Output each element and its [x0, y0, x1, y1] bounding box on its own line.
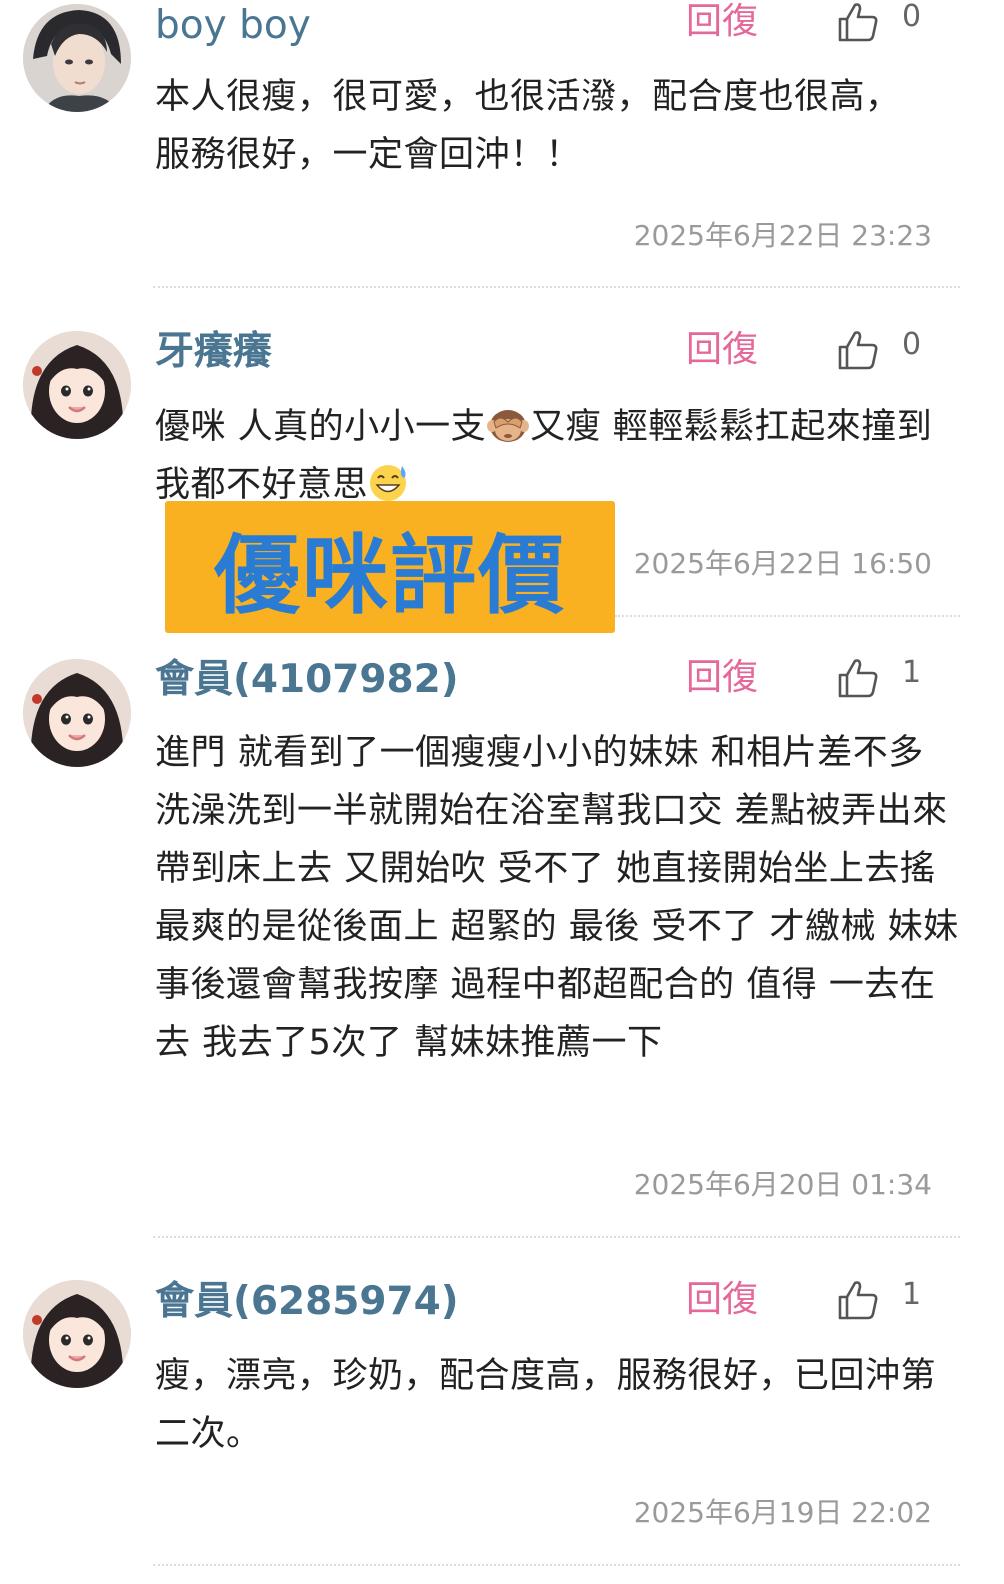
- comment-text: 進門 就看到了一個瘦瘦小小的妹妹 和相片差不多 洗澡洗到一半就開始在浴室幫我口交…: [155, 733, 959, 1063]
- reply-button[interactable]: 回復: [686, 1282, 758, 1318]
- comment-text-part: 優咪 人真的小小一支: [155, 407, 487, 447]
- comment-text: 本人很瘦，很可愛，也很活潑，配合度也很高，服務很好，一定會回沖！！: [155, 77, 901, 175]
- like-count: 0: [902, 0, 922, 34]
- reply-button[interactable]: 回復: [686, 332, 758, 368]
- review-banner: 優咪評價: [165, 501, 615, 633]
- like-count: 0: [902, 327, 922, 362]
- thumbs-up-icon: [838, 331, 878, 370]
- grinning-sweat-emoji: [370, 465, 407, 501]
- comment-timestamp: 2025年6月22日 16:50: [633, 547, 932, 580]
- divider: [153, 286, 960, 288]
- comment-timestamp: 2025年6月20日 01:34: [633, 1168, 932, 1201]
- female-avatar-icon[interactable]: [23, 659, 131, 767]
- thumbs-up-icon: [838, 3, 878, 42]
- comment-item: 會員(4107982) 回復 1 進門 就看到了一個瘦瘦小小的妹妹 和相片差不多…: [0, 630, 1004, 1240]
- username[interactable]: 牙癢癢: [155, 332, 272, 371]
- reply-button[interactable]: 回復: [686, 4, 758, 40]
- comment-item: 會員(6285974) 回復 1 瘦，漂亮，珍奶，配合度高，服務很好，已回沖第二…: [0, 1250, 1004, 1584]
- username[interactable]: boy boy: [155, 6, 311, 45]
- reply-button[interactable]: 回復: [686, 660, 758, 696]
- comment-timestamp: 2025年6月22日 23:23: [633, 219, 932, 252]
- like-button[interactable]: 1: [836, 656, 936, 700]
- username[interactable]: 會員(4107982): [155, 660, 459, 699]
- like-count: 1: [902, 1277, 922, 1312]
- divider: [153, 1564, 960, 1566]
- divider: [153, 1236, 960, 1238]
- female-avatar-icon[interactable]: [23, 331, 131, 439]
- divider: [615, 615, 960, 617]
- like-button[interactable]: 0: [836, 328, 936, 372]
- like-button[interactable]: 1: [836, 1278, 936, 1322]
- comment-text: 瘦，漂亮，珍奶，配合度高，服務很好，已回沖第二次。: [155, 1356, 937, 1454]
- thumbs-up-icon: [838, 659, 878, 698]
- like-count: 1: [902, 655, 922, 690]
- female-avatar-icon[interactable]: [23, 1280, 131, 1388]
- like-button[interactable]: 0: [836, 0, 936, 44]
- comment-timestamp: 2025年6月19日 22:02: [633, 1496, 932, 1529]
- comment-item: boy boy 回復 0 本人很瘦，很可愛，也很活潑，配合度也很高，服務很好，一…: [0, 0, 1004, 290]
- comment-text: 優咪 人真的小小一支 又瘦 輕輕鬆鬆扛起來撞到我都不好意思: [155, 398, 935, 514]
- username[interactable]: 會員(6285974): [155, 1282, 459, 1321]
- thumbs-up-icon: [838, 1281, 878, 1320]
- see-no-evil-monkey-emoji: [487, 410, 530, 442]
- male-avatar-icon[interactable]: [23, 4, 131, 112]
